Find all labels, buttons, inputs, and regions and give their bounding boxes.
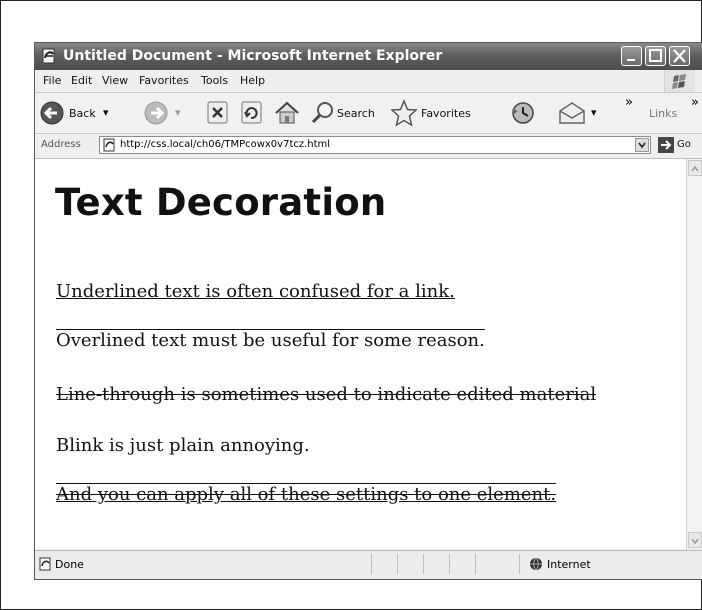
- security-zone-label: Internet: [547, 558, 591, 571]
- chevron-up-icon: [691, 165, 699, 172]
- home-icon: [275, 101, 299, 124]
- links-chevron-icon[interactable]: »: [691, 95, 699, 123]
- overlined-paragraph: Overlined text must be useful for some r…: [56, 330, 485, 351]
- browser-window: Untitled Document - Microsoft Internet E…: [34, 42, 702, 580]
- status-divider: [475, 554, 476, 574]
- go-arrow-icon: [658, 137, 674, 153]
- menu-bar: File Edit View Favorites Tools Help: [35, 70, 702, 93]
- chevron-down-icon: [691, 538, 699, 545]
- standard-toolbar: Back ▾ ▾ Search Favorites ▾ » Links »: [35, 93, 702, 134]
- address-label: Address: [41, 139, 81, 150]
- back-button[interactable]: Back ▾: [39, 99, 117, 127]
- refresh-icon: [241, 101, 262, 124]
- chevron-down-icon[interactable]: ▾: [103, 106, 109, 119]
- status-divider: [449, 554, 450, 574]
- status-divider: [397, 554, 398, 574]
- back-arrow-icon: [40, 101, 64, 125]
- internet-globe-icon: [530, 557, 542, 571]
- history-icon: [512, 102, 534, 124]
- history-button[interactable]: [509, 99, 537, 127]
- menu-tools[interactable]: Tools: [201, 74, 228, 87]
- menu-edit[interactable]: Edit: [71, 74, 92, 87]
- line-through-paragraph: Line-through is sometimes used to indica…: [56, 384, 597, 405]
- search-button[interactable]: Search: [309, 99, 389, 127]
- status-divider: [519, 554, 520, 574]
- vertical-scrollbar[interactable]: [686, 159, 702, 549]
- menu-help[interactable]: Help: [240, 74, 265, 87]
- forward-button[interactable]: ▾: [143, 99, 187, 127]
- menu-view[interactable]: View: [102, 74, 128, 87]
- windows-logo-icon: [664, 70, 695, 92]
- page-heading: Text Decoration: [55, 181, 387, 224]
- chevron-down-icon: [638, 142, 646, 149]
- all-decorations-paragraph: And you can apply all of these settings …: [56, 484, 557, 505]
- menu-file[interactable]: File: [43, 74, 61, 87]
- status-divider: [371, 554, 372, 574]
- minimize-button[interactable]: [621, 46, 642, 66]
- toolbar-chevron-icon[interactable]: »: [625, 95, 633, 123]
- favorites-star-icon: [390, 99, 418, 127]
- forward-dropdown-icon[interactable]: ▾: [175, 106, 181, 119]
- mail-dropdown-icon[interactable]: ▾: [591, 106, 597, 119]
- maximize-icon: [649, 49, 662, 62]
- search-magnifier-icon: [311, 102, 333, 124]
- window-title: Untitled Document - Microsoft Internet E…: [63, 48, 443, 64]
- favorites-button[interactable]: Favorites: [389, 99, 485, 127]
- blink-paragraph: Blink is just plain annoying.: [56, 435, 310, 456]
- scroll-up-button[interactable]: [688, 160, 702, 176]
- mail-button[interactable]: ▾: [557, 99, 601, 127]
- back-label: Back: [69, 107, 96, 120]
- close-icon: [673, 49, 686, 63]
- status-divider: [423, 554, 424, 574]
- page-content: Text Decoration Underlined text is often…: [35, 159, 702, 549]
- status-text: Done: [55, 558, 84, 571]
- go-label: Go: [677, 139, 691, 150]
- links-label[interactable]: Links: [649, 107, 677, 135]
- close-button[interactable]: [669, 46, 690, 66]
- title-bar[interactable]: Untitled Document - Microsoft Internet E…: [35, 43, 702, 70]
- status-bar: Done Internet: [35, 550, 702, 579]
- mail-icon: [559, 102, 585, 124]
- address-dropdown-button[interactable]: [635, 138, 649, 152]
- forward-arrow-icon: [144, 101, 168, 125]
- favorites-label: Favorites: [421, 107, 471, 120]
- go-button[interactable]: Go: [657, 136, 691, 157]
- address-url: http://css.local/ch06/TMPcowx0v7tcz.html: [120, 139, 331, 150]
- underlined-paragraph: Underlined text is often confused for a …: [56, 281, 455, 302]
- search-label: Search: [337, 107, 375, 120]
- maximize-button[interactable]: [645, 46, 666, 66]
- refresh-button[interactable]: [239, 99, 265, 127]
- home-button[interactable]: [273, 99, 301, 127]
- minimize-icon: [627, 59, 635, 61]
- stop-icon: [207, 101, 228, 124]
- address-bar: Address http://css.local/ch06/TMPcowx0v7…: [35, 134, 702, 159]
- menu-favorites[interactable]: Favorites: [139, 74, 189, 87]
- address-input[interactable]: http://css.local/ch06/TMPcowx0v7tcz.html: [99, 136, 651, 154]
- page-done-icon: [39, 557, 51, 571]
- stop-button[interactable]: [205, 99, 231, 127]
- scroll-down-button[interactable]: [688, 532, 702, 548]
- page-favicon-icon: [103, 138, 115, 152]
- ie-page-icon: [42, 48, 55, 64]
